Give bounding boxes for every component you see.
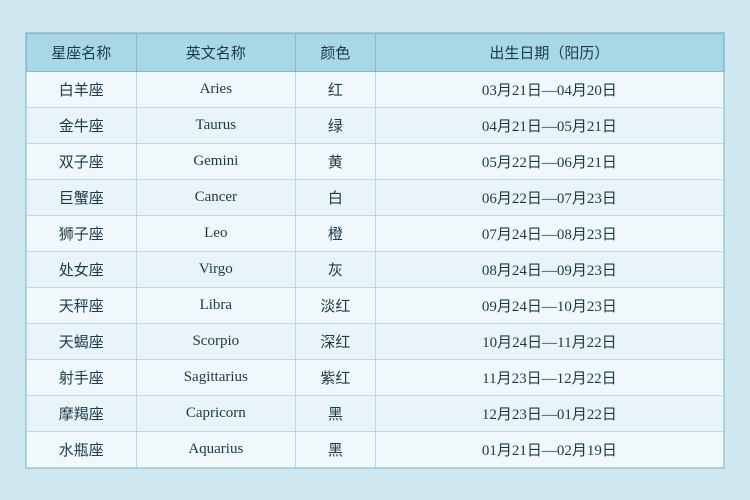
cell-chinese: 双子座 xyxy=(27,143,137,179)
cell-english: Gemini xyxy=(136,143,296,179)
cell-date: 07月24日—08月23日 xyxy=(375,215,723,251)
cell-date: 06月22日—07月23日 xyxy=(375,179,723,215)
cell-english: Capricorn xyxy=(136,395,296,431)
cell-color: 深红 xyxy=(296,323,376,359)
cell-color: 黑 xyxy=(296,395,376,431)
header-date: 出生日期（阳历） xyxy=(375,33,723,71)
cell-date: 12月23日—01月22日 xyxy=(375,395,723,431)
zodiac-table: 星座名称 英文名称 颜色 出生日期（阳历） 白羊座Aries红03月21日—04… xyxy=(26,33,724,468)
cell-english: Cancer xyxy=(136,179,296,215)
cell-date: 10月24日—11月22日 xyxy=(375,323,723,359)
cell-color: 红 xyxy=(296,71,376,107)
table-row: 天蝎座Scorpio深红10月24日—11月22日 xyxy=(27,323,724,359)
cell-color: 黄 xyxy=(296,143,376,179)
cell-chinese: 天蝎座 xyxy=(27,323,137,359)
cell-date: 01月21日—02月19日 xyxy=(375,431,723,467)
cell-chinese: 天秤座 xyxy=(27,287,137,323)
cell-color: 绿 xyxy=(296,107,376,143)
header-color: 颜色 xyxy=(296,33,376,71)
cell-date: 11月23日—12月22日 xyxy=(375,359,723,395)
cell-color: 白 xyxy=(296,179,376,215)
cell-date: 03月21日—04月20日 xyxy=(375,71,723,107)
cell-color: 灰 xyxy=(296,251,376,287)
cell-date: 05月22日—06月21日 xyxy=(375,143,723,179)
cell-chinese: 摩羯座 xyxy=(27,395,137,431)
table-row: 射手座Sagittarius紫红11月23日—12月22日 xyxy=(27,359,724,395)
cell-chinese: 巨蟹座 xyxy=(27,179,137,215)
cell-english: Aries xyxy=(136,71,296,107)
cell-date: 08月24日—09月23日 xyxy=(375,251,723,287)
cell-chinese: 狮子座 xyxy=(27,215,137,251)
cell-color: 紫红 xyxy=(296,359,376,395)
table-row: 摩羯座Capricorn黑12月23日—01月22日 xyxy=(27,395,724,431)
table-row: 双子座Gemini黄05月22日—06月21日 xyxy=(27,143,724,179)
cell-english: Leo xyxy=(136,215,296,251)
header-chinese: 星座名称 xyxy=(27,33,137,71)
cell-chinese: 水瓶座 xyxy=(27,431,137,467)
table-row: 水瓶座Aquarius黑01月21日—02月19日 xyxy=(27,431,724,467)
cell-chinese: 射手座 xyxy=(27,359,137,395)
table-row: 白羊座Aries红03月21日—04月20日 xyxy=(27,71,724,107)
table-row: 金牛座Taurus绿04月21日—05月21日 xyxy=(27,107,724,143)
table-row: 天秤座Libra淡红09月24日—10月23日 xyxy=(27,287,724,323)
zodiac-table-container: 星座名称 英文名称 颜色 出生日期（阳历） 白羊座Aries红03月21日—04… xyxy=(25,32,725,469)
cell-chinese: 金牛座 xyxy=(27,107,137,143)
cell-english: Libra xyxy=(136,287,296,323)
cell-color: 橙 xyxy=(296,215,376,251)
cell-english: Taurus xyxy=(136,107,296,143)
table-row: 处女座Virgo灰08月24日—09月23日 xyxy=(27,251,724,287)
cell-chinese: 处女座 xyxy=(27,251,137,287)
cell-english: Aquarius xyxy=(136,431,296,467)
cell-english: Sagittarius xyxy=(136,359,296,395)
table-row: 狮子座Leo橙07月24日—08月23日 xyxy=(27,215,724,251)
cell-date: 04月21日—05月21日 xyxy=(375,107,723,143)
cell-color: 淡红 xyxy=(296,287,376,323)
table-row: 巨蟹座Cancer白06月22日—07月23日 xyxy=(27,179,724,215)
header-english: 英文名称 xyxy=(136,33,296,71)
cell-english: Virgo xyxy=(136,251,296,287)
cell-english: Scorpio xyxy=(136,323,296,359)
cell-chinese: 白羊座 xyxy=(27,71,137,107)
cell-color: 黑 xyxy=(296,431,376,467)
cell-date: 09月24日—10月23日 xyxy=(375,287,723,323)
table-header-row: 星座名称 英文名称 颜色 出生日期（阳历） xyxy=(27,33,724,71)
